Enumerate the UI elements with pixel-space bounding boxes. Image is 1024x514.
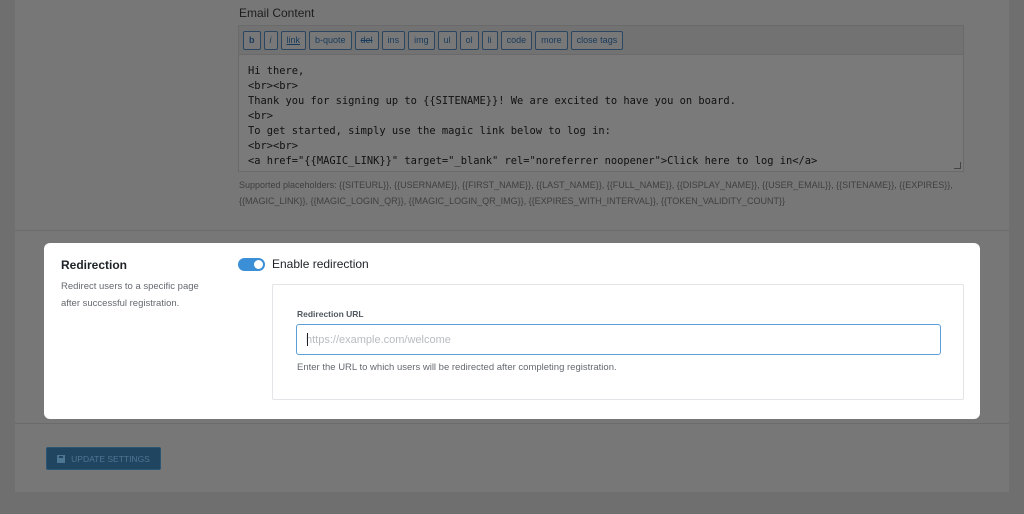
- update-settings-label: UPDATE SETTINGS: [71, 453, 150, 464]
- email-content-textarea[interactable]: Hi there, <br><br> Thank you for signing…: [239, 55, 963, 172]
- redirection-section: Redirection Redirect users to a specific…: [44, 243, 980, 419]
- redirection-url-panel: Redirection URL Enter the URL to which u…: [272, 284, 964, 400]
- redirection-description: Redirect users to a specific page after …: [61, 281, 199, 309]
- update-settings-button[interactable]: UPDATE SETTINGS: [46, 447, 161, 470]
- quicktags-toolbar: b i link b-quote del ins img ul ol li co…: [239, 26, 963, 55]
- qt-close-tags-button[interactable]: close tags: [570, 30, 624, 50]
- qt-ins-button[interactable]: ins: [381, 30, 406, 50]
- resize-grip-icon[interactable]: [954, 162, 961, 169]
- qt-img-button[interactable]: img: [408, 30, 435, 50]
- redirection-url-input[interactable]: [296, 324, 941, 355]
- email-content-editor: b i link b-quote del ins img ul ol li co…: [238, 25, 964, 172]
- section-divider: [15, 230, 1009, 231]
- redirection-url-help: Enter the URL to which users will be red…: [297, 362, 617, 373]
- qt-blockquote-button[interactable]: b-quote: [309, 30, 352, 50]
- qt-del-button[interactable]: del: [354, 30, 379, 50]
- qt-more-button[interactable]: more: [535, 30, 568, 50]
- footer-divider: [15, 423, 1009, 424]
- enable-redirection-toggle[interactable]: [238, 258, 265, 271]
- supported-placeholders-text: Supported placeholders: {{SITEURL}}, {{U…: [239, 180, 953, 206]
- qt-ul-button[interactable]: ul: [437, 30, 457, 50]
- qt-italic-button[interactable]: i: [263, 30, 278, 50]
- text-caret: [307, 333, 308, 346]
- toggle-knob: [254, 260, 263, 269]
- enable-redirection-label[interactable]: Enable redirection: [272, 257, 369, 271]
- qt-ol-button[interactable]: ol: [459, 30, 479, 50]
- qt-bold-button[interactable]: b: [243, 30, 261, 50]
- redirection-url-label: Redirection URL: [297, 309, 364, 319]
- email-content-label: Email Content: [239, 6, 315, 20]
- save-disk-icon: [57, 454, 66, 463]
- qt-li-button[interactable]: li: [481, 30, 498, 50]
- qt-link-button[interactable]: link: [280, 30, 307, 50]
- redirection-title: Redirection: [61, 258, 128, 272]
- qt-code-button[interactable]: code: [500, 30, 533, 50]
